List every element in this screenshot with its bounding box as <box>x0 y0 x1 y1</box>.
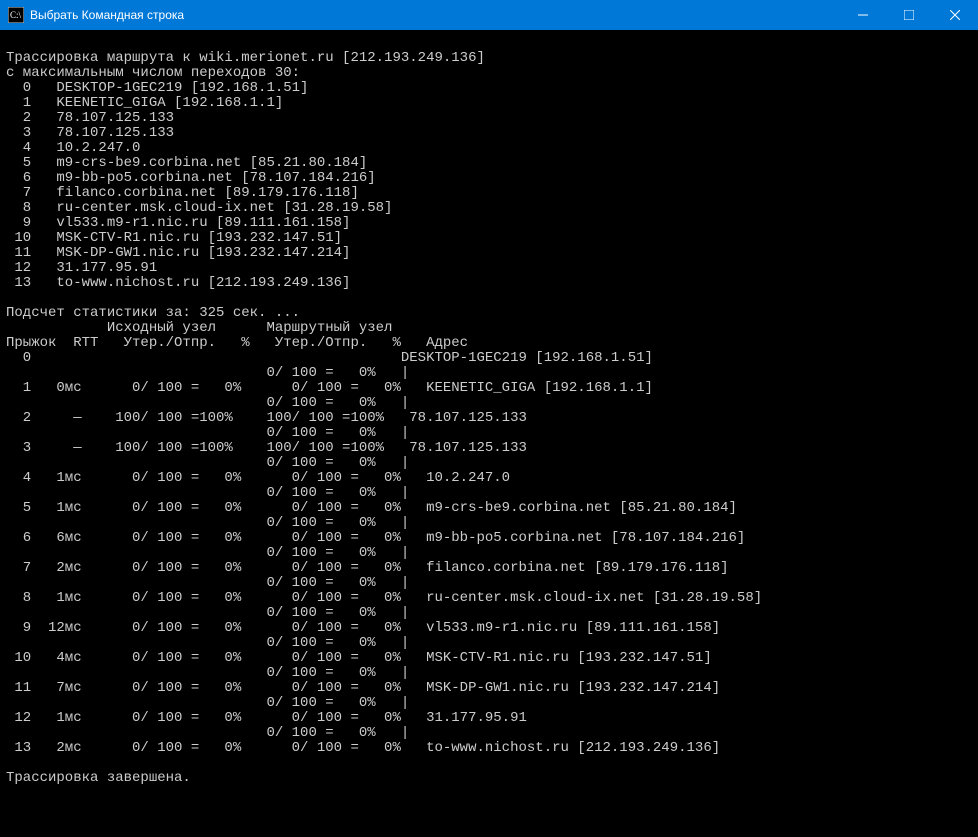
minimize-button[interactable] <box>840 0 886 30</box>
titlebar[interactable]: C:\ Выбрать Командная строка <box>0 0 978 30</box>
window-title: Выбрать Командная строка <box>30 8 840 22</box>
terminal-output[interactable]: Трассировка маршрута к wiki.merionet.ru … <box>0 30 978 837</box>
close-button[interactable] <box>932 0 978 30</box>
window-controls <box>840 0 978 30</box>
maximize-button[interactable] <box>886 0 932 30</box>
cmd-icon: C:\ <box>8 7 24 23</box>
command-prompt-window: C:\ Выбрать Командная строка Трассировка… <box>0 0 978 837</box>
svg-text:C:\: C:\ <box>10 10 22 20</box>
